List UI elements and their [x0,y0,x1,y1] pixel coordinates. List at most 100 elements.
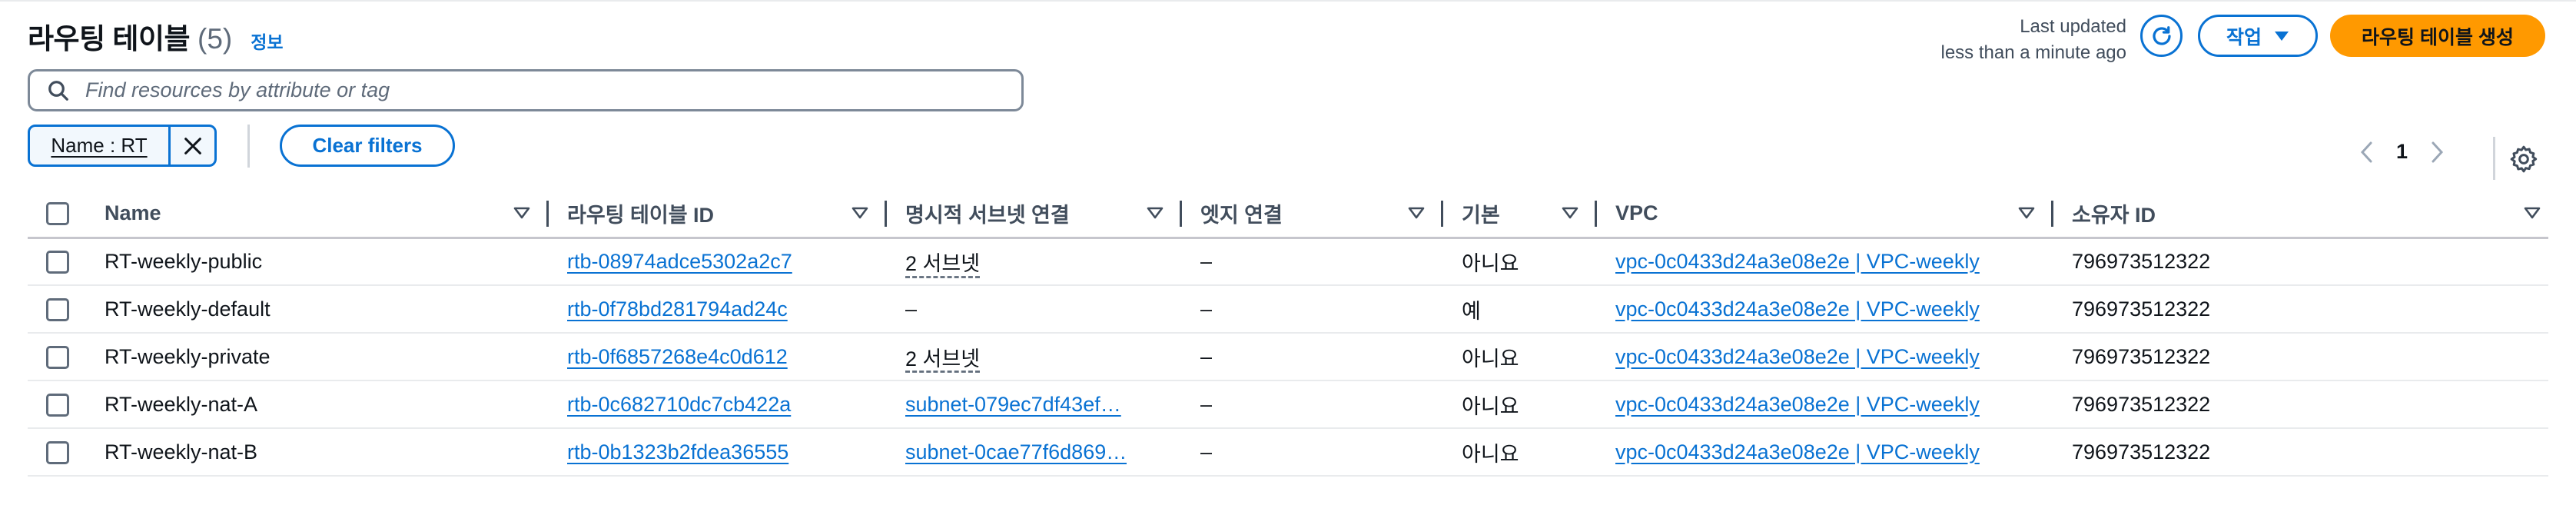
cell-owner-id: 796973512322 [2053,380,2548,429]
subnet-count-popover[interactable]: 2 서브넷 [905,347,980,370]
row-select-cell [28,285,86,334]
select-all-checkbox[interactable] [46,202,69,226]
sort-icon[interactable] [2018,207,2035,219]
column-label: 라우팅 테이블 ID [567,203,715,227]
cell-vpc: vpc-0c0433d24a3e08e2e | VPC-weekly [1597,333,2053,381]
page-number[interactable]: 1 [2396,140,2408,164]
column-header-vpc[interactable]: VPC [1597,190,2053,239]
cell-vpc: vpc-0c0433d24a3e08e2e | VPC-weekly [1597,285,2053,334]
pagination: 1 [2359,140,2445,164]
route-table-id-link[interactable]: rtb-0f6857268e4c0d612 [567,345,788,368]
chevron-left-icon[interactable] [2359,141,2375,164]
caret-down-icon [2275,31,2289,41]
create-route-table-button[interactable]: 라우팅 테이블 생성 [2330,15,2545,57]
sort-icon[interactable] [513,207,530,219]
page-title: 라우팅 테이블 (5) 정보 [28,15,284,57]
sort-icon[interactable] [1408,207,1425,219]
last-updated: Last updated less than a minute ago [1941,14,2127,66]
cell-edge-associations: – [1182,333,1443,381]
remove-filter-button[interactable] [168,127,214,164]
column-label: 명시적 서브넷 연결 [905,203,1070,227]
vpc-link[interactable]: vpc-0c0433d24a3e08e2e | VPC-weekly [1615,345,1980,368]
vpc-link[interactable]: vpc-0c0433d24a3e08e2e | VPC-weekly [1615,250,1980,273]
cell-explicit-subnets: – [887,285,1182,334]
cell-name: RT-weekly-public [86,238,549,286]
column-label: VPC [1615,201,1658,224]
cell-name: RT-weekly-nat-B [86,428,549,477]
table-row[interactable]: RT-weekly-nat-A rtb-0c682710dc7cb422a su… [28,380,2548,429]
cell-name: RT-weekly-nat-A [86,380,549,429]
row-select-cell [28,428,86,477]
actions-button-label: 작업 [2226,26,2262,48]
route-table-id-link[interactable]: rtb-0f78bd281794ad24c [567,297,788,321]
cell-vpc: vpc-0c0433d24a3e08e2e | VPC-weekly [1597,380,2053,429]
subnet-link[interactable]: subnet-079ec7df43ef… [905,393,1121,417]
refresh-button[interactable] [2140,15,2183,57]
cell-main: 아니요 [1443,333,1597,381]
route-table-id-link[interactable]: rtb-0b1323b2fdea36555 [567,440,788,464]
subnet-link[interactable]: subnet-0cae77f6d869… [905,440,1127,464]
pagination-divider [2493,137,2495,180]
column-header-edge-associations[interactable]: 엣지 연결 [1182,190,1443,239]
row-checkbox[interactable] [46,345,69,369]
vpc-link[interactable]: vpc-0c0433d24a3e08e2e | VPC-weekly [1615,393,1980,416]
sort-icon[interactable] [1147,207,1164,219]
table-row[interactable]: RT-weekly-default rtb-0f78bd281794ad24c … [28,285,2548,334]
cell-route-table-id: rtb-0f6857268e4c0d612 [549,333,887,381]
actions-button[interactable]: 작업 [2198,15,2318,57]
vpc-link[interactable]: vpc-0c0433d24a3e08e2e | VPC-weekly [1615,297,1980,321]
top-divider [0,0,2576,2]
chevron-right-icon[interactable] [2429,141,2445,164]
table-header-row: Name 라우팅 테이블 ID 명시적 서브넷 연결 엣지 연결 기본 VPC … [28,190,2548,239]
last-updated-label: Last updated [2020,16,2126,37]
column-header-owner-id[interactable]: 소유자 ID [2053,190,2548,239]
vpc-link[interactable]: vpc-0c0433d24a3e08e2e | VPC-weekly [1615,440,1980,464]
cell-explicit-subnets: 2 서브넷 [887,238,1182,286]
page-title-text: 라우팅 테이블 [28,23,191,55]
cell-edge-associations: – [1182,380,1443,429]
cell-edge-associations: – [1182,428,1443,477]
cell-main: 아니요 [1443,238,1597,286]
column-header-explicit-subnets[interactable]: 명시적 서브넷 연결 [887,190,1182,239]
column-header-main[interactable]: 기본 [1443,190,1597,239]
gear-icon[interactable] [2508,144,2539,174]
table-row[interactable]: RT-weekly-public rtb-08974adce5302a2c7 2… [28,238,2548,286]
column-label: 기본 [1462,203,1500,227]
cell-vpc: vpc-0c0433d24a3e08e2e | VPC-weekly [1597,238,2053,286]
cell-main: 아니요 [1443,428,1597,477]
cell-owner-id: 796973512322 [2053,333,2548,381]
cell-name: RT-weekly-private [86,333,549,381]
search-bar[interactable] [28,69,1024,111]
table-row[interactable]: RT-weekly-nat-B rtb-0b1323b2fdea36555 su… [28,428,2548,477]
row-select-cell [28,333,86,381]
close-icon [184,137,201,154]
cell-owner-id: 796973512322 [2053,285,2548,334]
cell-owner-id: 796973512322 [2053,428,2548,477]
filter-divider [247,125,250,168]
search-input[interactable] [85,78,969,102]
cell-main: 예 [1443,285,1597,334]
info-link[interactable]: 정보 [251,28,283,54]
row-checkbox[interactable] [46,297,69,321]
table-row[interactable]: RT-weekly-private rtb-0f6857268e4c0d612 … [28,333,2548,381]
sort-icon[interactable] [1562,207,1578,219]
column-header-route-table-id[interactable]: 라우팅 테이블 ID [549,190,887,239]
column-label: 엣지 연결 [1200,203,1283,227]
clear-filters-button[interactable]: Clear filters [280,125,455,167]
row-checkbox[interactable] [46,393,69,417]
filter-token[interactable]: Name : RT [28,125,217,167]
subnet-count-popover[interactable]: 2 서브넷 [905,252,980,275]
route-table-id-link[interactable]: rtb-08974adce5302a2c7 [567,250,792,273]
column-header-name[interactable]: Name [86,190,549,239]
row-checkbox[interactable] [46,251,69,274]
row-checkbox[interactable] [46,440,69,464]
sort-icon[interactable] [851,207,868,219]
route-tables-table: Name 라우팅 테이블 ID 명시적 서브넷 연결 엣지 연결 기본 VPC … [28,190,2548,477]
column-label: Name [105,201,161,224]
sort-icon[interactable] [2524,207,2541,219]
cell-explicit-subnets: 2 서브넷 [887,333,1182,381]
filter-token-label[interactable]: Name : RT [30,127,168,164]
search-icon [48,80,68,101]
last-updated-value: less than a minute ago [1940,42,2127,63]
route-table-id-link[interactable]: rtb-0c682710dc7cb422a [567,393,791,416]
